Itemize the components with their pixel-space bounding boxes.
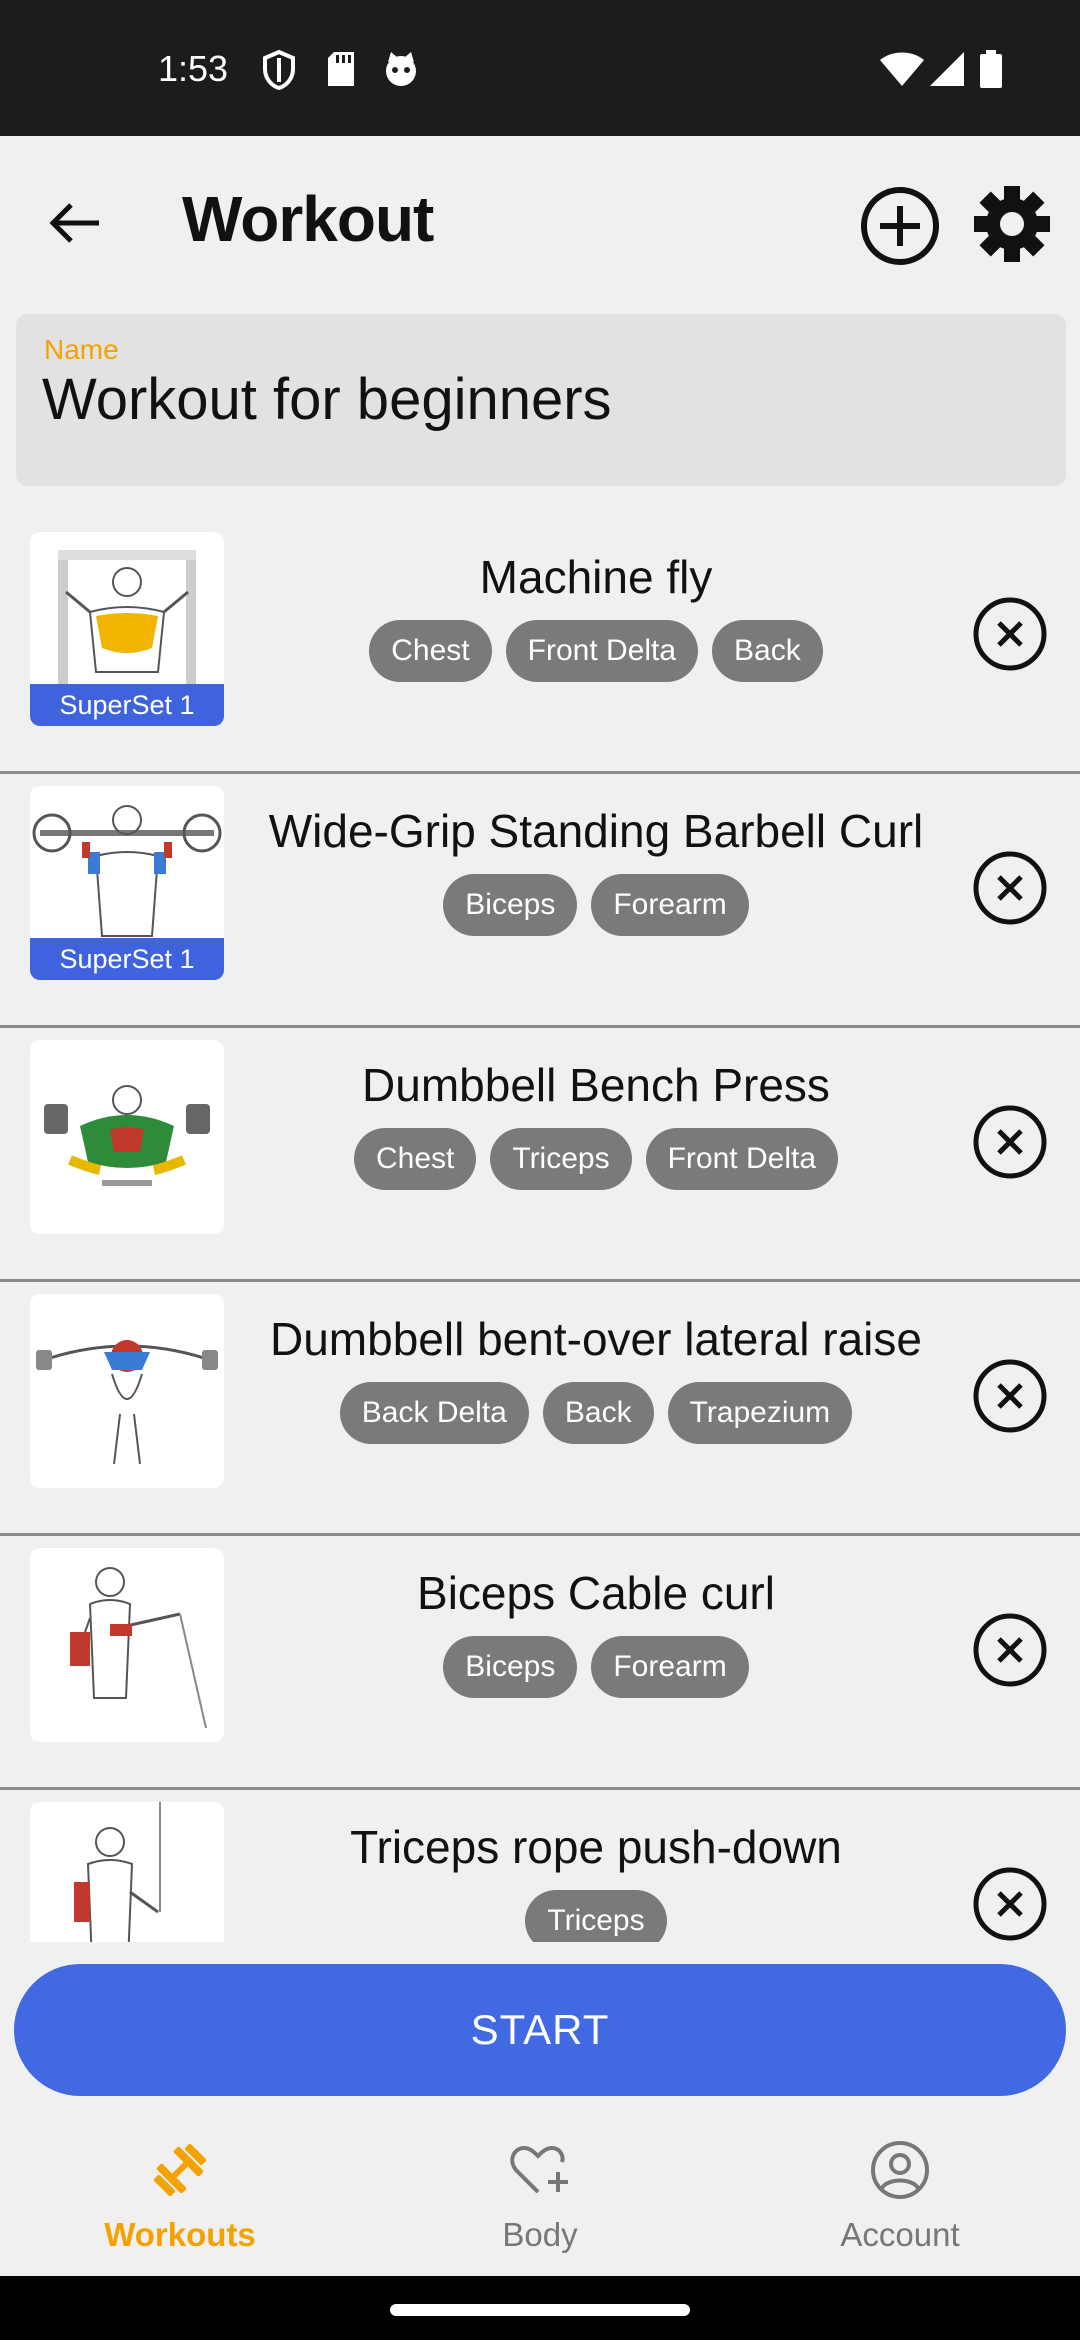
bench-press-illustration: [44, 1085, 210, 1186]
exercise-row[interactable]: Dumbbell bent-over lateral raise Back De…: [0, 1282, 1080, 1536]
exercise-image: [30, 1294, 224, 1488]
superset-badge: SuperSet 1: [30, 938, 224, 980]
heart-plus-icon: [510, 2145, 568, 2194]
exercise-name: Triceps rope push-down: [350, 1821, 842, 1873]
muscle-tags: Chest Triceps Front Delta: [232, 1128, 960, 1190]
muscle-tag: Front Delta: [505, 620, 699, 682]
rope-pushdown-illustration: [74, 1802, 161, 1942]
muscle-tag: Biceps: [443, 874, 578, 936]
muscle-tag: Triceps: [490, 1128, 632, 1190]
nav-label: Body: [502, 2216, 578, 2253]
muscle-tag: Chest: [369, 620, 492, 682]
account-circle-icon: [871, 2141, 929, 2199]
sd-card-icon: [326, 50, 356, 93]
exercise-row[interactable]: SuperSet 1 Wide-Grip Standing Barbell Cu…: [0, 774, 1080, 1028]
gear-icon: [974, 186, 1050, 262]
exercise-row[interactable]: Dumbbell Bench Press Chest Triceps Front…: [0, 1028, 1080, 1282]
settings-button[interactable]: [972, 184, 1052, 264]
gesture-bar: [0, 2276, 1080, 2340]
nav-item-workouts[interactable]: Workouts: [0, 2116, 360, 2276]
muscle-tag: Back Delta: [339, 1382, 529, 1444]
exercise-name: Machine fly: [479, 551, 713, 603]
exercise-list[interactable]: SuperSet 1 Machine fly Chest Front Delta…: [0, 510, 1080, 1942]
add-circle-icon: [861, 187, 939, 265]
exercise-row[interactable]: Biceps Cable curl Biceps Forearm: [0, 1536, 1080, 1790]
muscle-tags: Biceps Forearm: [232, 874, 960, 936]
close-circle-icon: [973, 1867, 1047, 1941]
back-button[interactable]: [40, 188, 110, 258]
workout-name-input[interactable]: Workout for beginners: [42, 366, 612, 433]
muscle-tag: Biceps: [443, 1636, 578, 1698]
close-circle-icon: [973, 851, 1047, 925]
close-circle-icon: [973, 1613, 1047, 1687]
nav-item-body[interactable]: Body: [360, 2116, 720, 2276]
muscle-tags: Back Delta Back Trapezium: [232, 1382, 960, 1444]
remove-exercise-button[interactable]: [972, 1866, 1048, 1942]
muscle-tags: Chest Front Delta Back: [232, 620, 960, 682]
remove-exercise-button[interactable]: [972, 596, 1048, 672]
wifi-icon: [880, 52, 924, 91]
lateral-raise-illustration: [36, 1340, 218, 1465]
muscle-tag: Forearm: [591, 1636, 749, 1698]
page-title: Workout: [182, 183, 434, 255]
exercise-name: Biceps Cable curl: [417, 1567, 775, 1619]
muscle-tag: Back: [542, 1382, 654, 1444]
nav-item-account[interactable]: Account: [720, 2116, 1080, 2276]
exercise-image: SuperSet 1: [30, 532, 224, 726]
dumbbell-icon: [153, 2143, 207, 2197]
close-circle-icon: [973, 1105, 1047, 1179]
cable-curl-illustration: [70, 1567, 207, 1729]
back-arrow-icon: [49, 203, 99, 243]
cell-signal-icon: [930, 52, 964, 91]
exercise-name: Wide-Grip Standing Barbell Curl: [268, 805, 924, 857]
muscle-tag: Front Delta: [645, 1128, 838, 1190]
cat-face-icon: [382, 50, 420, 93]
nav-label: Account: [840, 2216, 960, 2253]
remove-exercise-button[interactable]: [972, 1104, 1048, 1180]
exercise-image: [30, 1802, 224, 1942]
status-time: 1:53: [158, 48, 229, 89]
shield-icon: [262, 49, 296, 95]
superset-badge: SuperSet 1: [30, 684, 224, 726]
exercise-row[interactable]: SuperSet 1 Machine fly Chest Front Delta…: [0, 520, 1080, 774]
add-exercise-button[interactable]: [858, 184, 942, 268]
app-bar: Workout: [0, 136, 1080, 312]
exercise-name: Dumbbell Bench Press: [362, 1059, 830, 1111]
muscle-tag: Forearm: [591, 874, 749, 936]
bottom-navigation: Workouts Body Account: [0, 2116, 1080, 2276]
status-bar: 1:53: [0, 0, 1080, 136]
start-button[interactable]: START: [14, 1964, 1066, 2096]
name-field-label: Name: [44, 334, 119, 365]
muscle-tag: Triceps: [525, 1890, 667, 1942]
muscle-tags: Triceps: [232, 1890, 960, 1942]
remove-exercise-button[interactable]: [972, 1358, 1048, 1434]
muscle-tag: Back: [712, 620, 823, 682]
workout-name-field[interactable]: Name Workout for beginners: [16, 314, 1066, 486]
close-circle-icon: [973, 1359, 1047, 1433]
muscle-tags: Biceps Forearm: [232, 1636, 960, 1698]
exercise-image: [30, 1040, 224, 1234]
battery-icon: [980, 50, 1002, 93]
nav-label: Workouts: [104, 2216, 256, 2253]
close-circle-icon: [973, 597, 1047, 671]
exercise-row[interactable]: Triceps rope push-down Triceps: [0, 1790, 1080, 1942]
exercise-name: Dumbbell bent-over lateral raise: [270, 1313, 922, 1365]
muscle-tag: Chest: [353, 1128, 477, 1190]
exercise-image: [30, 1548, 224, 1742]
remove-exercise-button[interactable]: [972, 1612, 1048, 1688]
remove-exercise-button[interactable]: [972, 850, 1048, 926]
exercise-image: SuperSet 1: [30, 786, 224, 980]
home-indicator[interactable]: [390, 2304, 690, 2316]
muscle-tag: Trapezium: [667, 1382, 853, 1444]
